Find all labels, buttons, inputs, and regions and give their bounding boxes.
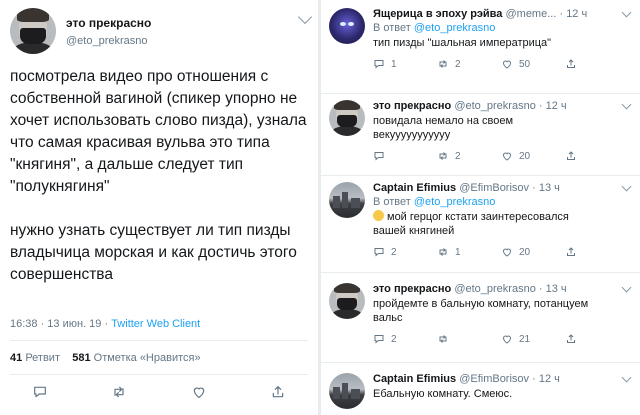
retweet-icon[interactable] — [111, 384, 127, 400]
city-avatar[interactable] — [329, 182, 365, 218]
reply-author-name[interactable]: это прекрасно — [373, 100, 451, 112]
reply-to-label: В ответ — [373, 22, 411, 34]
likes-label[interactable]: Отметка «Нравится» — [94, 352, 201, 364]
tweet-text: посмотрела видео про отношения с собстве… — [10, 66, 314, 308]
likes-count[interactable]: 581 — [72, 352, 90, 364]
retweet-count: 1 — [455, 246, 461, 258]
share-icon[interactable] — [565, 333, 577, 345]
reply-author-handle[interactable]: @eto_prekrasno — [454, 100, 536, 112]
retweet-icon[interactable] — [437, 150, 449, 162]
author-avatar[interactable] — [10, 8, 56, 54]
tweet-paragraph: нужно узнать существует ли тип пизды вла… — [10, 222, 297, 283]
reply-text: Ебальную комнату. Смеюс. — [373, 388, 513, 400]
reply-author-name[interactable]: Captain Efimius — [373, 182, 456, 194]
share-icon[interactable] — [565, 150, 577, 162]
reply-icon[interactable] — [373, 150, 385, 162]
reply-author-handle[interactable]: @EfimBorisov — [459, 373, 529, 385]
reply-count: 2 — [391, 333, 397, 345]
reply-tweet[interactable]: это прекрасно @eto_prekrasno · 13 ч прой… — [321, 273, 640, 363]
tweet-meta: 16:38 · 13 июн. 19 · Twitter Web Client — [10, 318, 200, 330]
retweet-count: 2 — [455, 58, 461, 70]
share-icon[interactable] — [565, 58, 577, 70]
reply-text: мой герцог кстати заинтересовался вашей … — [373, 211, 569, 237]
share-icon[interactable] — [270, 384, 286, 400]
reply-time: 12 ч — [545, 100, 567, 112]
like-heart-icon[interactable] — [501, 150, 513, 162]
like-count: 20 — [519, 246, 531, 258]
reply-time: 12 ч — [538, 373, 560, 385]
reply-tweet[interactable]: Captain Efimius @EfimBorisov · 13 ч В от… — [321, 176, 640, 273]
reply-author-handle[interactable]: @meme... — [505, 8, 556, 20]
reply-tweet[interactable]: Captain Efimius @EfimBorisov · 12 ч Ебал… — [321, 363, 640, 415]
reply-text: повидала немало на своем векууууууууууу — [373, 115, 514, 141]
like-heart-icon[interactable] — [501, 58, 513, 70]
divider — [10, 374, 308, 375]
retweet-count: 2 — [455, 150, 461, 162]
reply-author-handle[interactable]: @EfimBorisov — [459, 182, 529, 194]
retweet-icon[interactable] — [437, 333, 449, 345]
like-count: 20 — [519, 150, 531, 162]
like-count: 21 — [519, 333, 531, 345]
retweet-icon[interactable] — [437, 58, 449, 70]
reply-text: тип пизды "шальная императрица" — [373, 37, 552, 49]
retweets-label[interactable]: Ретвит — [25, 352, 60, 364]
reply-to-label: В ответ — [373, 196, 411, 208]
reply-author-name[interactable]: Captain Efimius — [373, 373, 456, 385]
reply-icon[interactable] — [373, 58, 385, 70]
reply-author-handle[interactable]: @eto_prekrasno — [454, 283, 536, 295]
author-name[interactable]: это прекрасно — [66, 16, 151, 30]
masked-face-avatar[interactable] — [329, 283, 365, 319]
reply-time: 13 ч — [538, 182, 560, 194]
reply-author-name[interactable]: Ящерица в эпоху рэйва — [373, 8, 502, 20]
replies-panel: Ящерица в эпоху рэйва @meme... · 12 ч В … — [321, 0, 640, 415]
tweet-actions — [0, 384, 318, 400]
alien-avatar[interactable] — [329, 8, 365, 44]
main-tweet-header: это прекрасно @eto_prekrasno — [10, 8, 151, 54]
reply-to-link[interactable]: @eto_prekrasno — [414, 196, 496, 208]
like-count: 50 — [519, 58, 531, 70]
reply-icon[interactable] — [373, 333, 385, 345]
like-heart-icon[interactable] — [191, 384, 207, 400]
share-icon[interactable] — [565, 246, 577, 258]
reply-time: 12 ч — [566, 8, 588, 20]
author-handle[interactable]: @eto_prekrasno — [66, 35, 151, 47]
main-tweet: это прекрасно @eto_prekrasno посмотрела … — [0, 0, 318, 415]
tears-of-joy-emoji-icon — [373, 210, 384, 221]
tweet-stats: 41 Ретвит 581 Отметка «Нравится» — [10, 352, 201, 364]
like-heart-icon[interactable] — [501, 333, 513, 345]
divider — [10, 340, 308, 341]
retweets-count[interactable]: 41 — [10, 352, 22, 364]
reply-author-name[interactable]: это прекрасно — [373, 283, 451, 295]
reply-count: 1 — [391, 58, 397, 70]
reply-icon[interactable] — [32, 384, 48, 400]
reply-text: пройдемте в бальную комнату, потанцуем в… — [373, 298, 589, 324]
reply-icon[interactable] — [373, 246, 385, 258]
tweet-paragraph: посмотрела видео про отношения с собстве… — [10, 68, 307, 195]
tweet-timestamp: 16:38 · 13 июн. 19 · — [10, 318, 112, 330]
tweet-client-link[interactable]: Twitter Web Client — [111, 318, 200, 330]
reply-tweet[interactable]: это прекрасно @eto_prekrasno · 12 ч пови… — [321, 94, 640, 176]
reply-time: 13 ч — [545, 283, 567, 295]
reply-tweet[interactable]: Ящерица в эпоху рэйва @meme... · 12 ч В … — [321, 0, 640, 94]
more-options-chevron-icon[interactable] — [297, 9, 313, 25]
reply-count: 2 — [391, 246, 397, 258]
retweet-icon[interactable] — [437, 246, 449, 258]
city-avatar[interactable] — [329, 373, 365, 409]
reply-to-link[interactable]: @eto_prekrasno — [414, 22, 496, 34]
masked-face-avatar[interactable] — [329, 100, 365, 136]
like-heart-icon[interactable] — [501, 246, 513, 258]
